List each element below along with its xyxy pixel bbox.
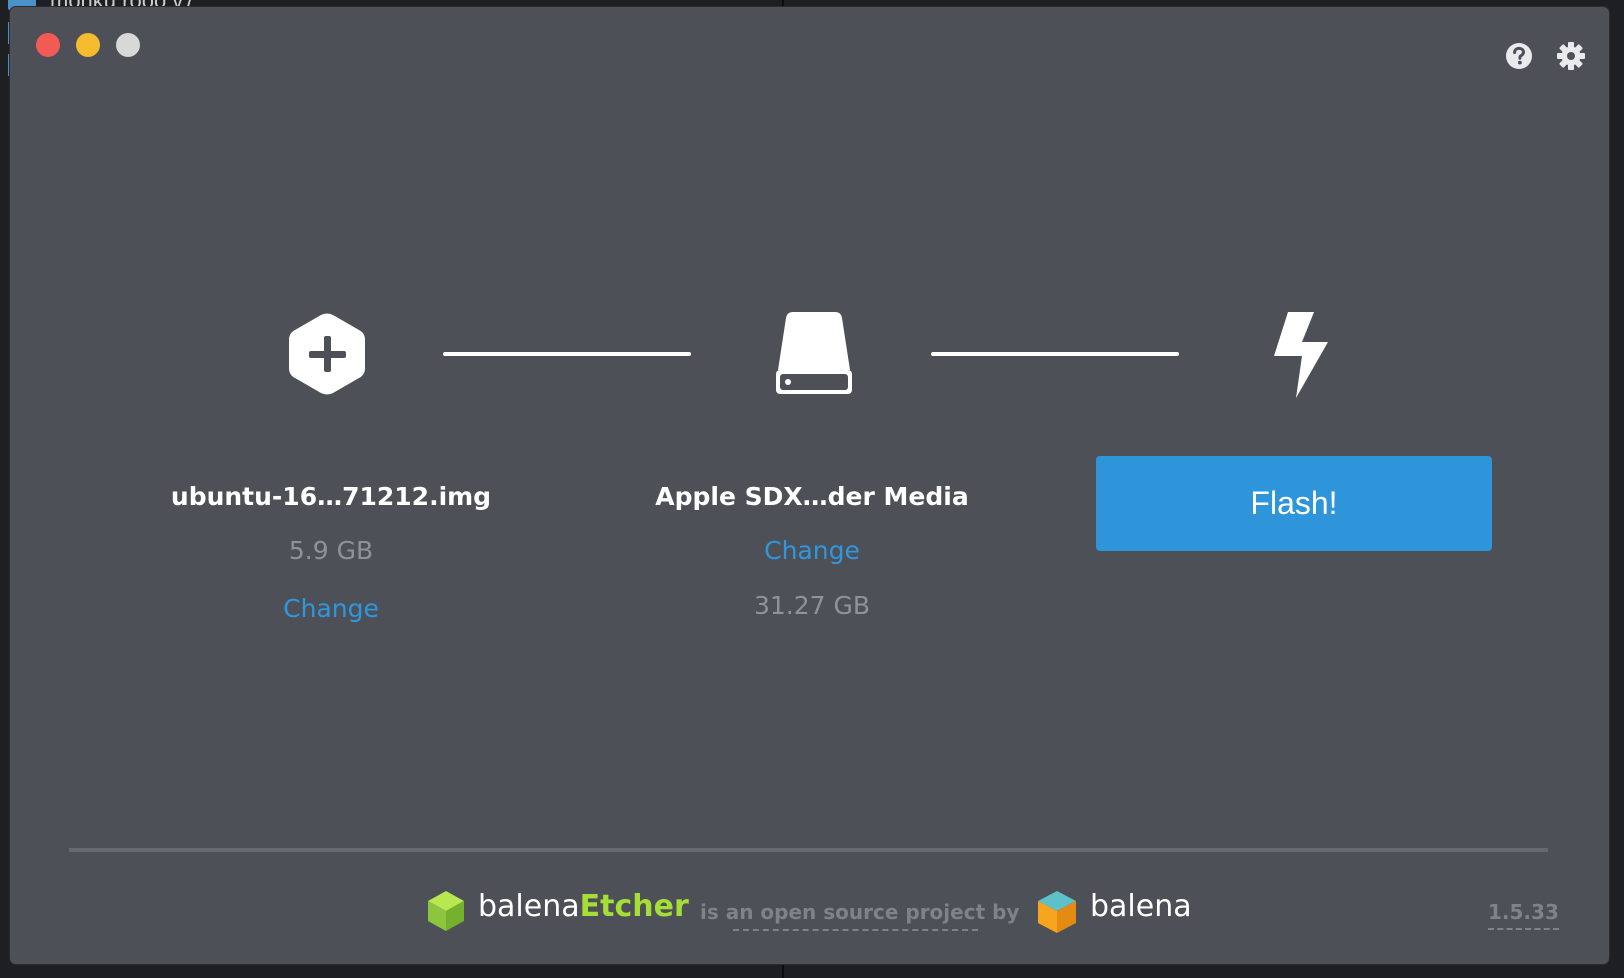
window-zoom-button[interactable] [116,33,140,57]
selected-drive-size: 31.27 GB [753,591,871,620]
flash-button[interactable]: Flash! [1096,456,1492,551]
balena-cube-logo-icon[interactable] [1036,889,1078,935]
change-image-link[interactable]: Change [181,594,481,623]
hexagon-plus-icon[interactable] [287,312,367,396]
brand-prefix: balena [478,889,580,924]
step-connector [443,352,691,356]
step-connector [931,352,1179,356]
window-minimize-button[interactable] [76,33,100,57]
etcher-brand[interactable]: balenaEtcher [478,889,689,924]
etcher-cube-logo-icon[interactable] [426,889,466,933]
help-circle-icon[interactable] [1504,41,1534,71]
lightning-icon [1274,312,1328,398]
brand-suffix: Etcher [579,889,689,924]
etcher-window: ubuntu-16…71212.img 5.9 GB Change Apple … [10,7,1609,964]
gear-icon[interactable] [1556,41,1586,71]
tagline-underline [733,929,978,931]
footer-divider [69,848,1548,852]
drive-icon[interactable] [772,312,856,396]
window-close-button[interactable] [36,33,60,57]
balena-brand[interactable]: balena [1090,889,1192,924]
selected-drive-name: Apple SDX…der Media [655,482,969,511]
selected-image-name: ubuntu-16…71212.img [170,482,492,511]
app-version[interactable]: 1.5.33 [1488,900,1559,930]
open-source-tagline[interactable]: is an open source project by [700,900,1019,924]
selected-image-size: 5.9 GB [288,536,374,565]
change-drive-link[interactable]: Change [662,536,962,565]
